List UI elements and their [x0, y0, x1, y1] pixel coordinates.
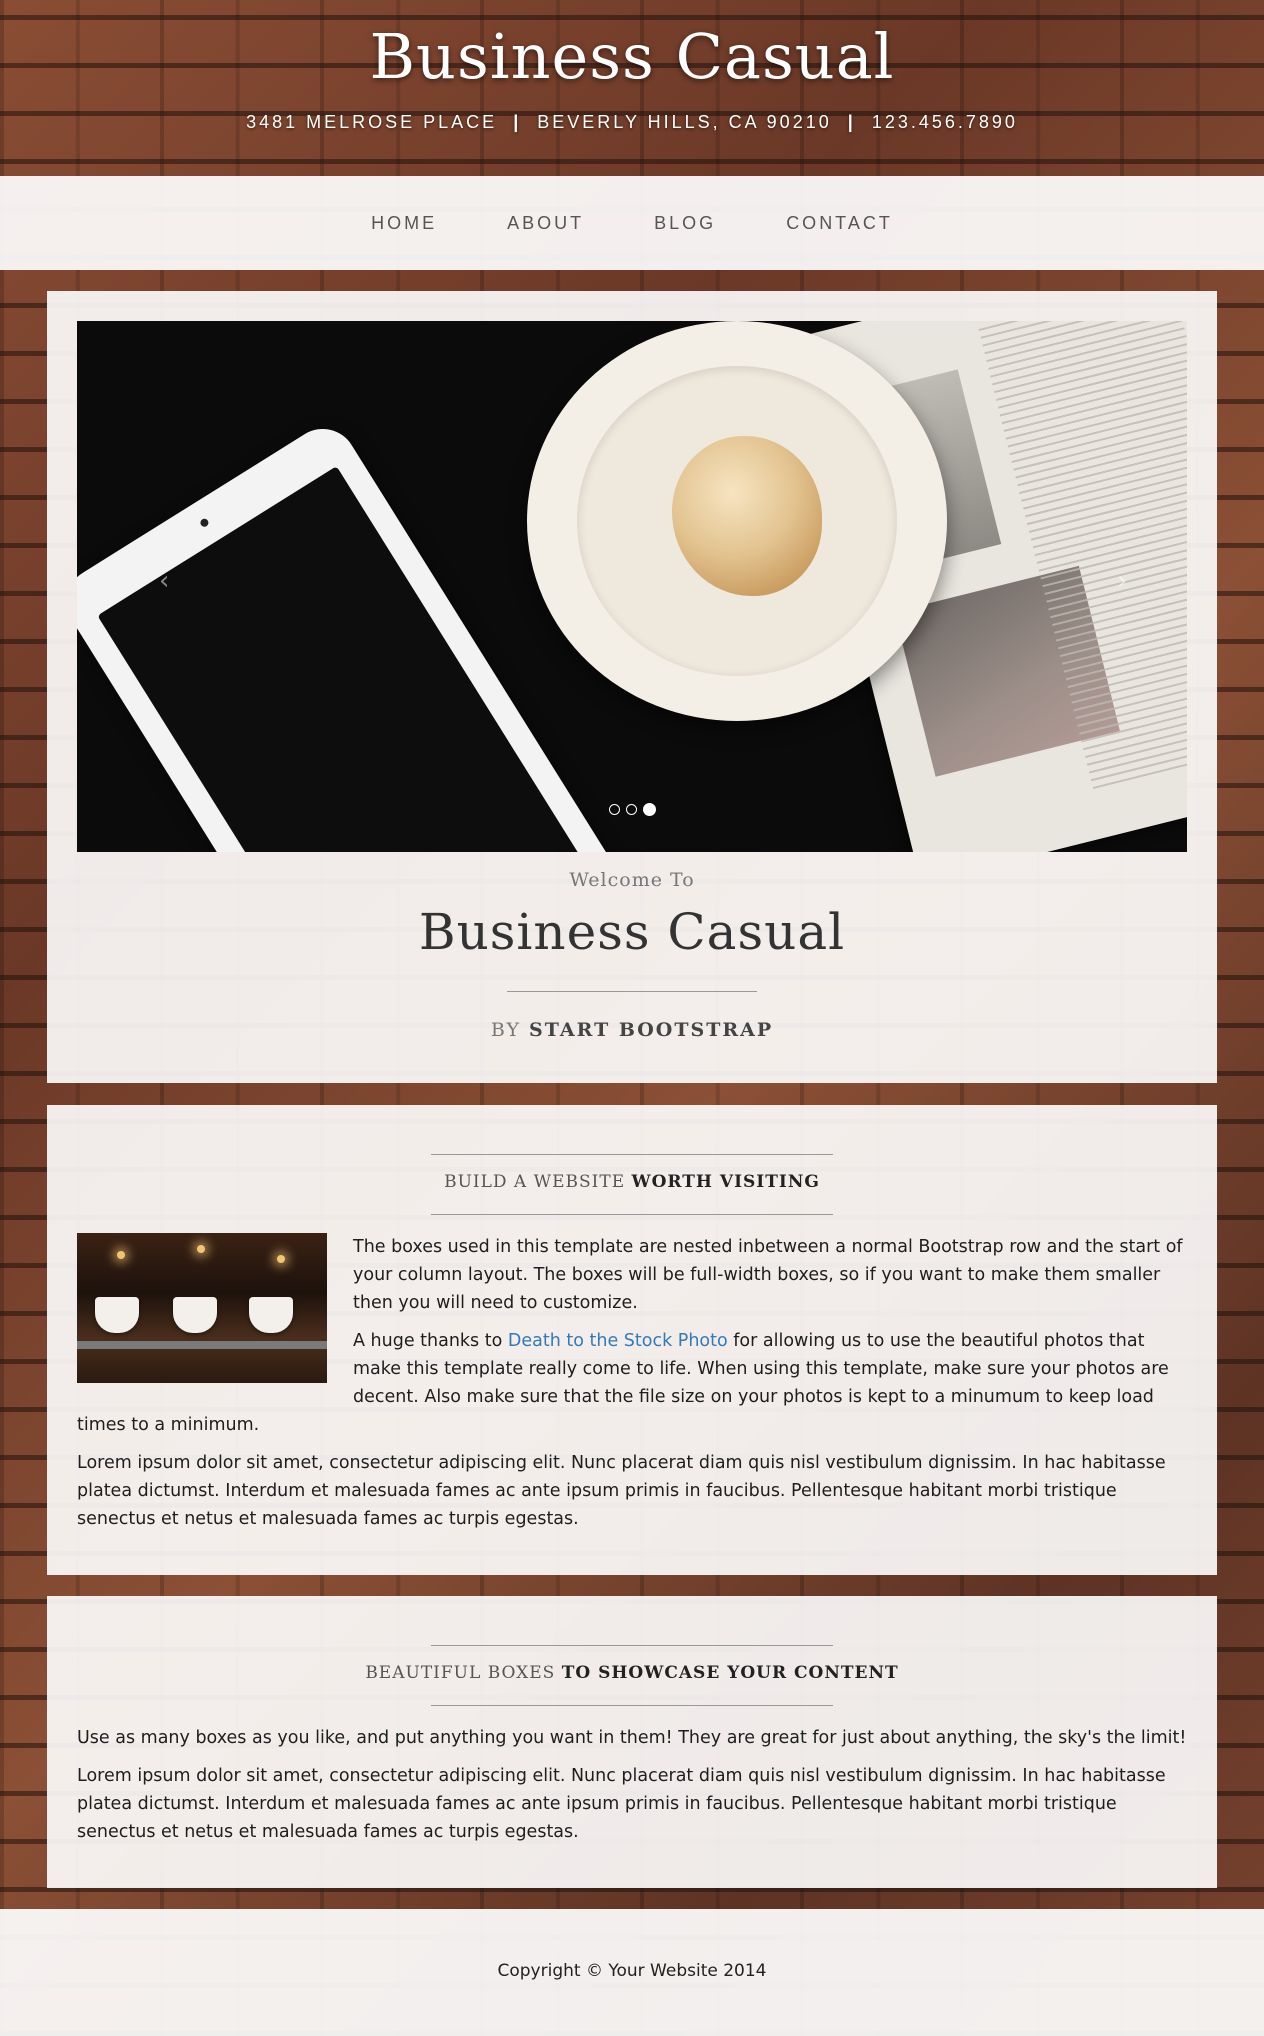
paragraph: Lorem ipsum dolor sit amet, consectetur …	[77, 1766, 1166, 1842]
byline: BY START BOOTSTRAP	[47, 1019, 1217, 1041]
light-bokeh	[197, 1245, 205, 1253]
address-separator: |	[847, 112, 856, 132]
light-bokeh	[277, 1255, 285, 1263]
box-brand-title: Business Casual	[418, 903, 846, 961]
coffee-bar-image	[77, 1233, 327, 1383]
nav-item-home[interactable]: HOME	[336, 213, 472, 234]
nav-item-contact[interactable]: CONTACT	[751, 213, 928, 234]
footer: Copyright © Your Website 2014	[0, 1909, 1264, 2036]
pour-over-shelf	[77, 1341, 327, 1349]
coffee-cup	[173, 1297, 217, 1333]
nav-item-about[interactable]: ABOUT	[472, 213, 619, 234]
nav-item-blog[interactable]: BLOG	[619, 213, 751, 234]
coffee-cup	[95, 1297, 139, 1333]
intro-box: ‹ › Welcome To Business Casual BY START …	[47, 291, 1217, 1083]
main-navbar: HOME ABOUT BLOG CONTACT	[0, 176, 1264, 270]
byline-author: START BOOTSTRAP	[529, 1019, 774, 1041]
carousel-indicators	[77, 803, 1187, 816]
section-content: Use as many boxes as you like, and put a…	[77, 1724, 1187, 1856]
content-box-beautiful: Beautiful boxes to showcase your content…	[47, 1596, 1217, 1888]
carousel-indicator[interactable]	[608, 804, 620, 815]
welcome-text: Welcome To	[569, 869, 695, 891]
section-title: Build a website worth visiting	[47, 1172, 1217, 1192]
carousel-indicator[interactable]	[625, 804, 637, 815]
section-title: Beautiful boxes to showcase your content	[47, 1663, 1217, 1683]
address-separator: |	[513, 112, 522, 132]
paragraph: Lorem ipsum dolor sit amet, consectetur …	[77, 1453, 1166, 1529]
chevron-right-icon[interactable]: ›	[1117, 566, 1127, 596]
divider	[507, 991, 757, 992]
image-carousel[interactable]: ‹ ›	[77, 321, 1187, 852]
scone-image	[672, 436, 822, 596]
carousel-indicator-active[interactable]	[642, 803, 656, 816]
divider	[431, 1705, 833, 1706]
section-content: The boxes used in this template are nest…	[77, 1233, 1187, 1543]
section-title-light: Build a website	[444, 1172, 626, 1192]
content-box-build: Build a website worth visiting The boxes…	[47, 1105, 1217, 1575]
plate-inner	[577, 366, 897, 676]
copyright-text: Copyright © Your Website 2014	[497, 1961, 767, 1981]
tablet-screen	[97, 466, 587, 852]
plate-image	[527, 321, 947, 721]
section-title-strong: to showcase your content	[561, 1663, 899, 1683]
tablet-camera	[198, 517, 210, 529]
section-title-light: Beautiful boxes	[365, 1663, 556, 1683]
coffee-cup	[249, 1297, 293, 1333]
address-city: BEVERLY HILLS, CA 90210	[537, 112, 832, 132]
address-bar: 3481 MELROSE PLACE | BEVERLY HILLS, CA 9…	[0, 112, 1264, 133]
divider	[431, 1154, 833, 1155]
divider	[431, 1214, 833, 1215]
address-street: 3481 MELROSE PLACE	[246, 112, 498, 132]
divider	[431, 1645, 833, 1646]
stock-photo-link[interactable]: Death to the Stock Photo	[508, 1331, 728, 1351]
chevron-left-icon[interactable]: ‹	[159, 566, 169, 596]
paragraph: Use as many boxes as you like, and put a…	[77, 1728, 1187, 1748]
site-brand: Business Casual	[369, 20, 895, 93]
paragraph-text: A huge thanks to	[353, 1331, 508, 1351]
address-phone: 123.456.7890	[871, 112, 1018, 132]
byline-prefix: BY	[490, 1019, 521, 1041]
light-bokeh	[117, 1251, 125, 1259]
section-title-strong: worth visiting	[631, 1172, 820, 1192]
